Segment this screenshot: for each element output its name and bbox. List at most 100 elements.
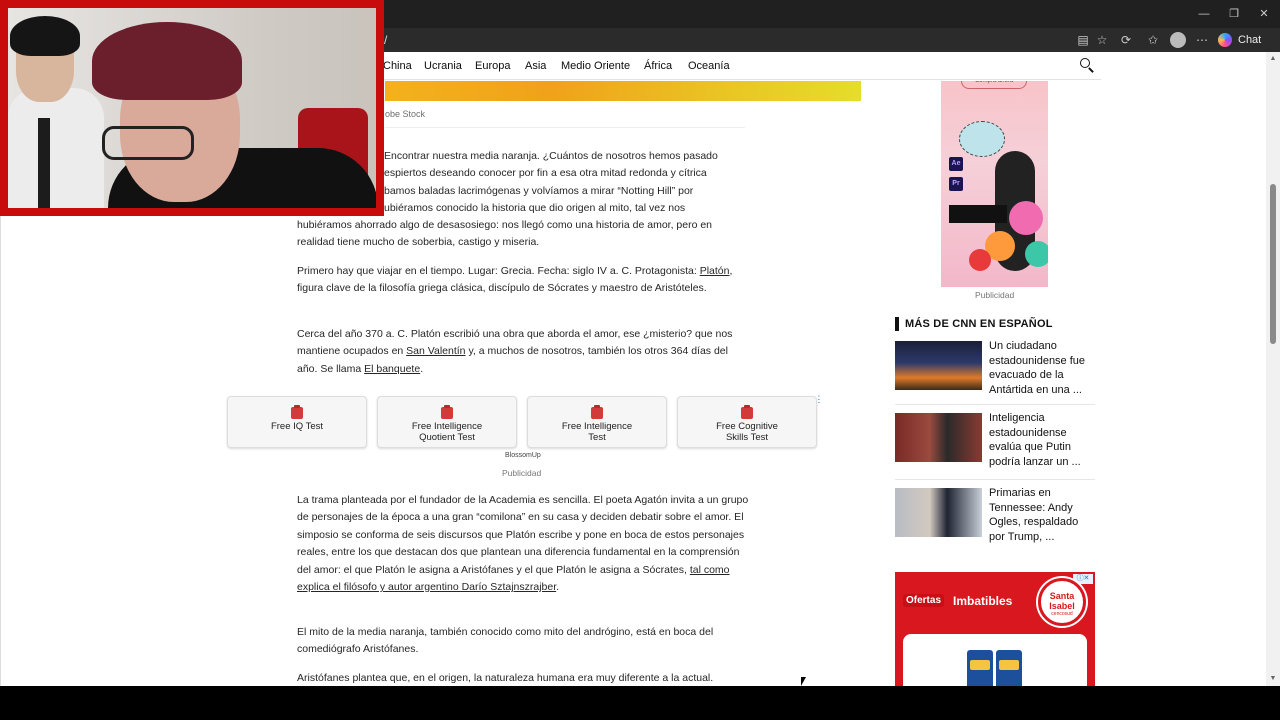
product-image bbox=[996, 650, 1022, 686]
brand-line-2: Isabel bbox=[1049, 601, 1075, 611]
divider bbox=[895, 404, 1095, 405]
restore-icon[interactable]: ❐ bbox=[1226, 6, 1242, 22]
article-paragraph-1-end: hubiéramos ahorrado algo de desasosiego:… bbox=[297, 219, 713, 249]
ad-label-publicidad: Publicidad bbox=[502, 468, 542, 478]
brand-line-1: Santa bbox=[1049, 591, 1075, 601]
scroll-up-icon[interactable]: ▲ bbox=[1268, 54, 1278, 64]
close-icon[interactable]: ✕ bbox=[1256, 6, 1272, 22]
ad-graphic bbox=[959, 121, 1005, 157]
nav-item-oceania[interactable]: Oceanía bbox=[688, 60, 730, 72]
nav-item-ucrania[interactable]: Ucrania bbox=[424, 60, 462, 72]
ad-brand: BlossomUp bbox=[505, 452, 541, 459]
article-paragraph-1-line-2: espiertos deseando conocer por fin a esa… bbox=[384, 167, 707, 179]
sidebar-supermarket-ad[interactable]: ⓘ✕ Ofertas Imbatibles Santa Isabel cencos… bbox=[895, 572, 1095, 686]
article-paragraph-3: Cerca del año 370 a. C. Platón escribió … bbox=[297, 326, 749, 378]
p4-text-pre: La trama planteada por el fundador de la… bbox=[297, 494, 749, 576]
ad-tile-label-2: Skills Test bbox=[725, 432, 769, 443]
screen: — ❐ ✕ / ▤ ☆ ⟳ ✩ ⋯ Chat China Ucrania Eur… bbox=[0, 0, 1280, 720]
nav-item-medio-oriente[interactable]: Medio Oriente bbox=[561, 60, 630, 72]
brand-sub: cencosud bbox=[1051, 611, 1073, 617]
article-paragraph-1-line-1: Encontrar nuestra media naranja. ¿Cuánto… bbox=[384, 150, 718, 162]
sidebar-adobe-ad[interactable]: Compra ahora Ae Pr bbox=[941, 81, 1048, 287]
promo-imbatibles: Imbatibles bbox=[953, 594, 1013, 608]
ad-tile-label: Free Intelligence bbox=[411, 421, 483, 432]
nav-item-asia[interactable]: Asia bbox=[525, 60, 546, 72]
article-paragraph-1-line-3: bamos baladas lacrimógenas y volvíamos a… bbox=[384, 185, 694, 197]
clipboard-icon bbox=[741, 405, 753, 419]
collections-icon[interactable]: ✩ bbox=[1145, 32, 1161, 48]
ad-tile-intelligence-test[interactable]: Free Intelligence Test bbox=[527, 396, 667, 448]
bottom-black-bar bbox=[0, 686, 1280, 720]
scroll-down-icon[interactable]: ▼ bbox=[1268, 674, 1278, 684]
santa-isabel-logo: Santa Isabel cencosud bbox=[1038, 578, 1086, 626]
p4-text-post: . bbox=[556, 581, 560, 594]
after-effects-icon: Ae bbox=[949, 157, 963, 171]
ad-tile-label: Free IQ Test bbox=[270, 421, 324, 432]
link-platon[interactable]: Platón bbox=[700, 265, 730, 277]
ad-tile-cognitive-skills[interactable]: Free Cognitive Skills Test bbox=[677, 396, 817, 448]
minimize-icon[interactable]: — bbox=[1196, 6, 1212, 22]
article-paragraph-2: Primero hay que viajar en el tiempo. Lug… bbox=[297, 263, 749, 298]
story-title[interactable]: Inteligencia estadounidense evalúa que P… bbox=[989, 411, 1097, 469]
ad-tile-label-2: Quotient Test bbox=[419, 432, 475, 443]
ad-tile-intelligence-quotient[interactable]: Free Intelligence Quotient Test bbox=[377, 396, 517, 448]
ad-cta-pill: Compra ahora bbox=[961, 81, 1027, 89]
premiere-icon: Pr bbox=[949, 177, 963, 191]
story-item[interactable]: Primarias en Tennessee: Andy Ogles, resp… bbox=[895, 486, 1097, 548]
ad-tile-iq-test[interactable]: Free IQ Test bbox=[227, 396, 367, 448]
story-title[interactable]: Un ciudadano estadounidense fue evacuado… bbox=[989, 339, 1097, 397]
webcam-person-cap bbox=[92, 22, 242, 100]
p2-text-pre: Primero hay que viajar en el tiempo. Lug… bbox=[297, 265, 700, 277]
nav-item-africa[interactable]: África bbox=[644, 60, 672, 72]
article-paragraph-6: Aristófanes plantea que, en el origen, l… bbox=[297, 672, 714, 684]
promo-product-card bbox=[903, 634, 1087, 686]
story-title[interactable]: Primarias en Tennessee: Andy Ogles, resp… bbox=[989, 486, 1097, 544]
extensions-icon[interactable]: ⟳ bbox=[1118, 32, 1134, 48]
webcam-person-hair bbox=[10, 16, 80, 56]
ad-timeline-graphic bbox=[949, 205, 1007, 223]
story-item[interactable]: Inteligencia estadounidense evalúa que P… bbox=[895, 411, 1097, 473]
ad-tile-label: Free Cognitive bbox=[716, 421, 778, 432]
webcam-person-shirt bbox=[8, 88, 104, 208]
webcam-overlay bbox=[0, 0, 384, 216]
story-thumbnail[interactable] bbox=[895, 488, 982, 537]
more-from-cnn-heading: MÁS DE CNN EN ESPAÑOL bbox=[895, 317, 1053, 331]
address-bar[interactable]: / bbox=[384, 30, 1064, 50]
article-paragraph-1-line-4: ubiéramos conocido la historia que dio o… bbox=[384, 202, 686, 214]
webcam-person-tie bbox=[38, 118, 50, 208]
scrollbar-thumb[interactable] bbox=[1270, 184, 1276, 344]
mouse-cursor bbox=[801, 677, 806, 686]
webcam-video bbox=[8, 8, 376, 208]
search-icon[interactable] bbox=[1080, 58, 1094, 73]
image-credit: obe Stock bbox=[385, 109, 426, 119]
story-item[interactable]: Un ciudadano estadounidense fue evacuado… bbox=[895, 339, 1097, 401]
sidebar-publicidad: Publicidad bbox=[975, 290, 1015, 300]
clipboard-icon bbox=[291, 405, 303, 419]
promo-ofertas: Ofertas bbox=[903, 594, 945, 607]
ad-graphic bbox=[1009, 201, 1043, 235]
article-hero-image bbox=[385, 81, 861, 101]
link-san-valentin[interactable]: San Valentín bbox=[406, 345, 465, 357]
favorite-star-icon[interactable]: ☆ bbox=[1094, 32, 1110, 48]
article-paragraph-5: El mito de la media naranja, también con… bbox=[297, 626, 714, 656]
reader-icon[interactable]: ▤ bbox=[1075, 32, 1091, 48]
nav-item-europa[interactable]: Europa bbox=[475, 60, 510, 72]
link-el-banquete[interactable]: El banquete bbox=[364, 363, 420, 375]
story-thumbnail[interactable] bbox=[895, 413, 982, 462]
ad-graphic bbox=[1025, 241, 1048, 267]
ad-tile-label-2: Test bbox=[588, 432, 606, 443]
ad-tile-label: Free Intelligence bbox=[561, 421, 633, 432]
story-thumbnail[interactable] bbox=[895, 341, 982, 390]
webcam-person-glasses bbox=[102, 126, 194, 160]
divider bbox=[895, 479, 1095, 480]
ad-graphic bbox=[969, 249, 991, 271]
profile-avatar[interactable] bbox=[1170, 32, 1186, 48]
more-options-icon[interactable]: ⋯ bbox=[1194, 32, 1210, 48]
nav-item-china[interactable]: China bbox=[383, 60, 412, 72]
page-scrollbar[interactable]: ▲ ▼ bbox=[1266, 52, 1280, 686]
clipboard-icon bbox=[441, 405, 453, 419]
chat-button[interactable]: Chat bbox=[1218, 31, 1261, 49]
product-image bbox=[967, 650, 993, 686]
copilot-icon bbox=[1218, 33, 1232, 47]
divider bbox=[385, 127, 745, 128]
